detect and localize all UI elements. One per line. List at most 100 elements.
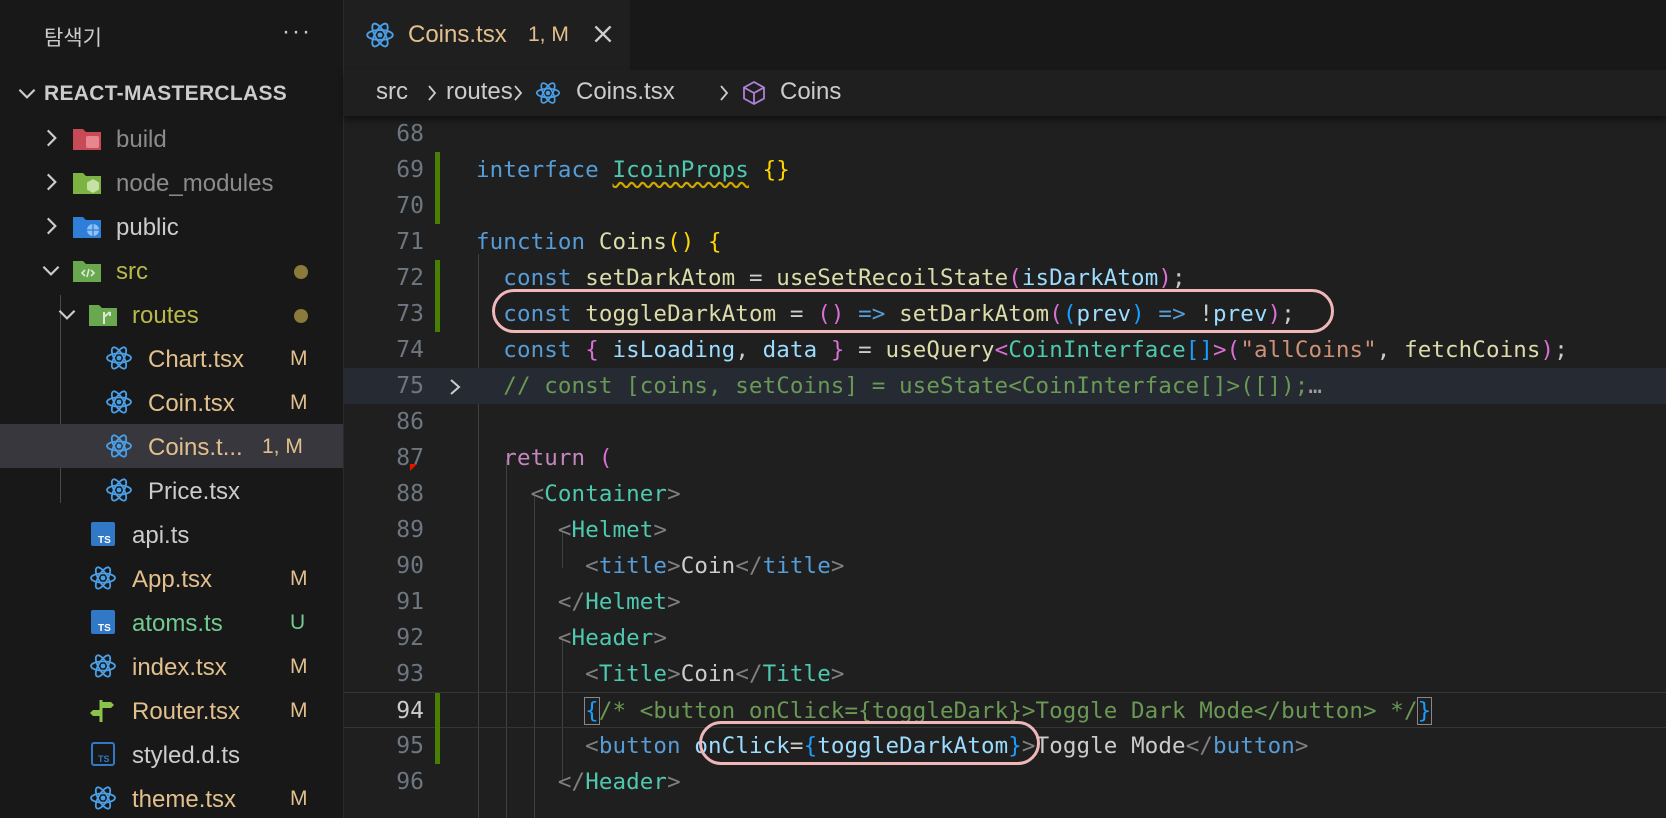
chevron-right-icon [46, 129, 57, 147]
gutter-modified-marker [435, 188, 440, 224]
line-number: 89 [396, 517, 424, 543]
tree-item-label: routes [132, 302, 199, 329]
tree-item-price[interactable]: Price.tsx [0, 468, 343, 512]
line-number: 88 [396, 481, 424, 507]
tree-item-app[interactable]: App.tsx M [0, 556, 343, 600]
code-line: 91 </Helmet> [344, 584, 1666, 620]
breadcrumb-symbol[interactable]: Coins [780, 78, 841, 106]
line-number: 74 [396, 337, 424, 363]
gutter-modified-marker [435, 152, 440, 188]
react-icon [90, 566, 116, 590]
react-icon [366, 22, 394, 48]
code-line: 88 <Container> [344, 476, 1666, 512]
line-number: 93 [396, 661, 424, 687]
tree-item-index[interactable]: index.tsx M [0, 644, 343, 688]
modified-dot [294, 265, 308, 279]
tree-item-label: theme.tsx [132, 786, 237, 813]
tree-item-label: build [116, 126, 167, 153]
editor-tab-bar: Coins.tsx 1, M [344, 0, 1666, 70]
explorer-sidebar: 탐색기 ··· REACT-MASTERCLASS build node_mod… [0, 0, 344, 818]
react-icon [90, 654, 116, 678]
tree-item-atoms[interactable]: TS atoms.ts U [0, 600, 343, 644]
tree-item-label: Coins.t... [148, 434, 243, 461]
more-actions-button[interactable]: ··· [282, 18, 312, 46]
close-icon[interactable] [590, 21, 616, 47]
tree-item-routes[interactable]: routes [0, 292, 343, 336]
git-status-badge: M [290, 655, 308, 678]
code-text: const toggleDarkAtom = () => setDarkAtom… [503, 301, 1295, 327]
line-number: 71 [396, 229, 424, 255]
react-icon [535, 82, 561, 104]
tree-item-label: Price.tsx [148, 478, 241, 505]
chevron-down-icon [58, 309, 76, 320]
tree-item-label: styled.d.ts [132, 742, 241, 769]
tree-item-node-modules[interactable]: node_modules [0, 160, 343, 204]
router-icon [90, 700, 114, 722]
tree-item-api[interactable]: TS api.ts [0, 512, 343, 556]
react-icon [106, 434, 132, 458]
line-number: 69 [396, 157, 424, 183]
fold-expand-icon[interactable] [444, 375, 466, 399]
code-line: 70 [344, 188, 1666, 224]
tree-item-router[interactable]: Router.tsx M [0, 688, 343, 732]
chevron-right-icon [720, 85, 729, 101]
folded-ellipsis[interactable]: … [1308, 373, 1322, 399]
code-line: 71 function Coins() { [344, 224, 1666, 260]
line-number: 72 [396, 265, 424, 291]
gutter-modified-marker [435, 728, 440, 764]
tree-item-chart[interactable]: Chart.tsx M [0, 336, 343, 380]
breadcrumb: src routes Coins.tsx Coins [344, 70, 1666, 116]
tree-item-theme[interactable]: theme.tsx M [0, 776, 343, 818]
chevron-right-icon [428, 85, 437, 101]
typescript-icon: TS [91, 522, 115, 546]
line-number: 94 [396, 698, 424, 724]
tree-item-coins[interactable]: Coins.t... 1, M [0, 424, 343, 468]
code-line: 87 return ( [344, 440, 1666, 476]
breadcrumb-src[interactable]: src [376, 78, 408, 106]
tree-item-label: Coin.tsx [148, 390, 235, 417]
code-text: <button onClick={toggleDarkAtom}>Toggle … [585, 733, 1309, 759]
breakpoint-marker[interactable] [410, 464, 417, 471]
code-line-folded: 75 // const [coins, setCoins] = useState… [344, 368, 1666, 404]
line-number: 90 [396, 553, 424, 579]
tree-item-label: api.ts [132, 522, 190, 549]
public-folder-icon [73, 217, 101, 238]
tree-item-label: Router.tsx [132, 698, 241, 725]
code-line: 95 <button onClick={toggleDarkAtom}>Togg… [344, 728, 1666, 764]
code-line: 89 <Helmet> [344, 512, 1666, 548]
react-icon [90, 786, 116, 810]
breadcrumb-routes[interactable]: routes [446, 78, 513, 106]
project-root[interactable]: REACT-MASTERCLASS [0, 72, 343, 116]
breadcrumb-file[interactable]: Coins.tsx [576, 78, 675, 106]
tab-coins-tsx[interactable]: Coins.tsx 1, M [344, 0, 630, 70]
react-icon [106, 478, 132, 502]
tree-item-styled-d[interactable]: TS styled.d.ts [0, 732, 343, 776]
tree-item-src[interactable]: src [0, 248, 343, 292]
line-number: 86 [396, 409, 424, 435]
typescript-icon: TS [91, 610, 115, 634]
code-text: // const [coins, setCoins] = useState<Co… [503, 373, 1323, 399]
code-text: <Container> [530, 481, 681, 507]
tree-item-label: index.tsx [132, 654, 227, 681]
explorer-title: 탐색기 [44, 26, 102, 50]
symbol-function-icon [743, 80, 765, 106]
git-status-badge: M [290, 347, 308, 370]
code-line-current: 94 {/* <button onClick={toggleDark}>Togg… [344, 692, 1666, 729]
code-line: 93 <Title>Coin</Title> [344, 656, 1666, 692]
tree-item-coin[interactable]: Coin.tsx M [0, 380, 343, 424]
tree-item-build[interactable]: build [0, 116, 343, 160]
tab-label: Coins.tsx [408, 21, 507, 48]
code-text: <Header> [557, 625, 668, 651]
code-text: <Helmet> [557, 517, 668, 543]
project-name: REACT-MASTERCLASS [44, 82, 288, 105]
chevron-right-icon [46, 217, 57, 235]
tree-item-label: public [116, 214, 179, 241]
code-editor[interactable]: 68 69 interface IcoinProps {} 70 71 func… [344, 116, 1666, 818]
code-text: return ( [503, 445, 613, 471]
code-text: function Coins() { [476, 229, 722, 255]
tree-item-public[interactable]: public [0, 204, 343, 248]
gutter-modified-marker [435, 296, 440, 332]
svg-text:TS: TS [98, 754, 110, 764]
line-number: 68 [396, 121, 424, 147]
code-line: 72 const setDarkAtom = useSetRecoilState… [344, 260, 1666, 296]
